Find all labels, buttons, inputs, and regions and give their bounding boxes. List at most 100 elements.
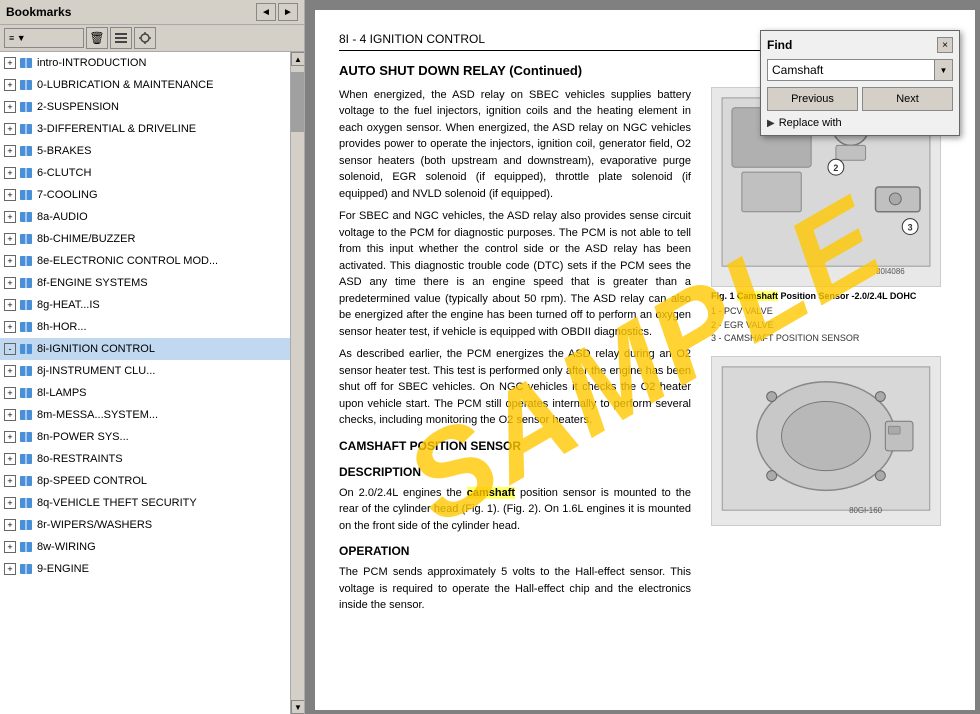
book-icon: [19, 277, 33, 289]
sidebar-header: Bookmarks ◄ ►: [0, 0, 304, 25]
bookmark-speed[interactable]: + 8p-SPEED CONTROL: [0, 470, 290, 492]
bookmark-engine[interactable]: + 9-ENGINE: [0, 558, 290, 580]
bookmark-wipers[interactable]: + 8r-WIPERS/WASHERS: [0, 514, 290, 536]
bookmark-brakes[interactable]: + 5-BRAKES: [0, 140, 290, 162]
scroll-thumb[interactable]: [291, 72, 304, 132]
next-button[interactable]: Next: [862, 87, 953, 111]
book-icon: [19, 255, 33, 267]
sidebar-nav-forward[interactable]: ►: [278, 3, 298, 21]
book-icon: [19, 167, 33, 179]
bookmark-label: 8l-LAMPS: [37, 384, 87, 402]
book-icon: [19, 343, 33, 355]
expand-icon: +: [4, 409, 16, 421]
expand-icon: +: [4, 79, 16, 91]
bookmark-label: 8j-INSTRUMENT CLU...: [37, 362, 155, 380]
book-icon: [19, 519, 33, 531]
expand-icon: +: [4, 189, 16, 201]
svg-text:80I4086: 80I4086: [876, 267, 905, 276]
book-icon: [19, 431, 33, 443]
bookmark-label: 8g-HEAT...IS: [37, 296, 100, 314]
book-icon: [19, 79, 33, 91]
bookmark-label: 7-COOLING: [37, 186, 98, 204]
bookmark-ecm[interactable]: + 8e-ELECTRONIC CONTROL MOD...: [0, 250, 290, 272]
bookmark-label: 8n-POWER SYS...: [37, 428, 129, 446]
bookmark-label: 8f-ENGINE SYSTEMS: [37, 274, 148, 292]
sidebar-title: Bookmarks: [6, 5, 71, 19]
bookmark-intro-label: intro-INTRODUCTION: [37, 54, 146, 72]
bookmark-cooling[interactable]: + 7-COOLING: [0, 184, 290, 206]
bookmark-list: + intro-INTRODUCTION + 0-LUBRICATION & M…: [0, 52, 290, 714]
find-header: Find ×: [767, 37, 953, 53]
find-search-input[interactable]: [767, 59, 935, 81]
bookmark-clutch[interactable]: + 6-CLUTCH: [0, 162, 290, 184]
figure-1-legend-1: 1 - PCV VALVE: [711, 305, 951, 319]
bookmark-lamps[interactable]: + 8l-LAMPS: [0, 382, 290, 404]
bookmark-label: 9-ENGINE: [37, 560, 89, 578]
bookmark-ignition[interactable]: - 8i-IGNITION CONTROL: [0, 338, 290, 360]
book-icon: [19, 321, 33, 333]
bookmark-differential[interactable]: + 3-DIFFERENTIAL & DRIVELINE: [0, 118, 290, 140]
camshaft-fig-highlight: Camshaft: [737, 291, 778, 301]
bookmark-lubrication[interactable]: + 0-LUBRICATION & MAINTENANCE: [0, 74, 290, 96]
book-icon: [19, 387, 33, 399]
find-dialog: Find × ▼ Previous Next ▶ Replace with: [760, 30, 960, 136]
book-icon: [19, 563, 33, 575]
bookmark-instrument[interactable]: + 8j-INSTRUMENT CLU...: [0, 360, 290, 382]
expand-icon: +: [4, 365, 16, 377]
expand-icon: +: [4, 57, 16, 69]
figure-1-label: Fig. 1 Camshaft Position Sensor -2.0/2.4…: [711, 290, 951, 304]
sidebar-nav-back[interactable]: ◄: [256, 3, 276, 21]
svg-text:3: 3: [908, 222, 913, 232]
settings-button-1[interactable]: [110, 27, 132, 49]
expand-icon: +: [4, 101, 16, 113]
book-icon: [19, 145, 33, 157]
bookmark-label: 2-SUSPENSION: [37, 98, 119, 116]
book-icon: [19, 475, 33, 487]
bookmark-label: 5-BRAKES: [37, 142, 91, 160]
bookmark-power[interactable]: + 8n-POWER SYS...: [0, 426, 290, 448]
camshaft-highlight: camshaft: [467, 487, 515, 499]
bookmark-chime[interactable]: + 8b-CHIME/BUZZER: [0, 228, 290, 250]
bookmark-restraints[interactable]: + 8o-RESTRAINTS: [0, 448, 290, 470]
expand-icon: +: [4, 123, 16, 135]
scroll-up-arrow[interactable]: ▲: [291, 52, 304, 66]
expand-icon: +: [4, 387, 16, 399]
book-icon: [19, 453, 33, 465]
doc-para-3: As described earlier, the PCM energizes …: [339, 346, 691, 429]
operation-title: OPERATION: [339, 542, 691, 560]
scroll-down-arrow[interactable]: ▼: [291, 700, 304, 714]
doc-header-left: 8I - 4 IGNITION CONTROL: [339, 30, 485, 48]
bookmark-wiring[interactable]: + 8w-WIRING: [0, 536, 290, 558]
description-title: DESCRIPTION: [339, 463, 691, 481]
book-icon: [19, 409, 33, 421]
bookmark-engine-sys[interactable]: + 8f-ENGINE SYSTEMS: [0, 272, 290, 294]
bookmark-hor[interactable]: + 8h-HOR...: [0, 316, 290, 338]
bookmark-message[interactable]: + 8m-MESSA...SYSTEM...: [0, 404, 290, 426]
book-icon: [19, 365, 33, 377]
bookmark-label: 8h-HOR...: [37, 318, 87, 336]
bookmark-label: 8p-SPEED CONTROL: [37, 472, 147, 490]
settings-button-2[interactable]: [134, 27, 156, 49]
bookmark-label: 0-LUBRICATION & MAINTENANCE: [37, 76, 213, 94]
bookmark-audio[interactable]: + 8a-AUDIO: [0, 206, 290, 228]
figure-2-container: 80GI-160: [711, 356, 951, 526]
bookmark-label: 8o-RESTRAINTS: [37, 450, 123, 468]
replace-arrow-icon: ▶: [767, 118, 775, 129]
find-close-button[interactable]: ×: [937, 37, 953, 53]
expand-icon: +: [4, 475, 16, 487]
find-dropdown-button[interactable]: ▼: [935, 59, 953, 81]
bookmark-suspension[interactable]: + 2-SUSPENSION: [0, 96, 290, 118]
previous-button[interactable]: Previous: [767, 87, 858, 111]
camshaft-section-title: CAMSHAFT POSITION SENSOR: [339, 437, 691, 455]
book-icon: [19, 497, 33, 509]
sidebar: Bookmarks ◄ ► ≡ ▼ 🗑 + intro-INTRODUCTION…: [0, 0, 305, 714]
bookmark-intro[interactable]: + intro-INTRODUCTION: [0, 52, 290, 74]
bookmark-theft[interactable]: + 8q-VEHICLE THEFT SECURITY: [0, 492, 290, 514]
view-dropdown[interactable]: ≡ ▼: [4, 28, 84, 48]
delete-button[interactable]: 🗑: [86, 27, 108, 49]
expand-icon: +: [4, 541, 16, 553]
main-content: Find × ▼ Previous Next ▶ Replace with SA…: [305, 0, 980, 714]
bookmark-heat[interactable]: + 8g-HEAT...IS: [0, 294, 290, 316]
find-buttons: Previous Next: [767, 87, 953, 111]
sidebar-nav-buttons: ◄ ►: [256, 3, 298, 21]
